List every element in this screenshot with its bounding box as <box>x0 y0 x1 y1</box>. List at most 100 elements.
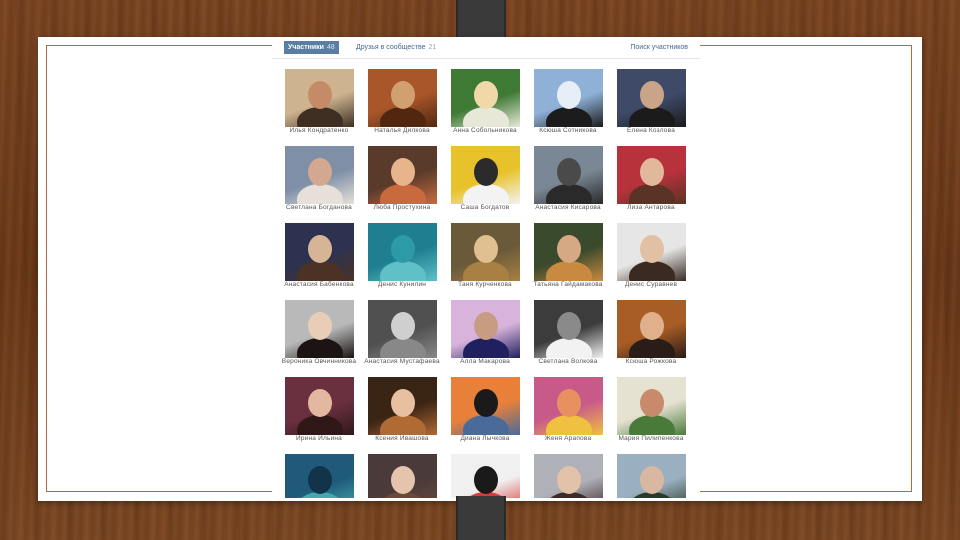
member-avatar[interactable] <box>285 146 354 204</box>
member-avatar[interactable] <box>368 146 437 204</box>
member-avatar[interactable] <box>285 454 354 498</box>
member-name[interactable]: Диана Лычкова <box>441 435 529 442</box>
member-card[interactable]: Светлана Волкова <box>528 295 608 371</box>
member-card[interactable] <box>528 449 608 498</box>
member-avatar[interactable] <box>534 454 603 498</box>
member-card[interactable]: Ксюша Рожкова <box>611 295 691 371</box>
member-card[interactable] <box>611 449 691 498</box>
avatar-head-shape <box>307 158 332 186</box>
member-card[interactable]: Татьяна Гайдамакова <box>528 218 608 294</box>
avatar-head-shape <box>639 466 664 494</box>
avatar-body-shape <box>462 415 509 435</box>
member-name[interactable]: Денис Суравнев <box>607 281 695 288</box>
member-name[interactable]: Ирина Ильина <box>275 435 363 442</box>
avatar-head-shape <box>390 389 415 417</box>
member-avatar[interactable] <box>285 69 354 127</box>
avatar-head-shape <box>307 235 332 263</box>
tab-friends-count: 21 <box>428 44 437 51</box>
member-avatar[interactable] <box>534 300 603 358</box>
avatar-head-shape <box>556 158 581 186</box>
member-avatar[interactable] <box>368 377 437 435</box>
member-name[interactable]: Илья Кондратенко <box>275 127 363 134</box>
member-name[interactable]: Ксюша Рожкова <box>607 358 695 365</box>
member-name[interactable]: Анастасия Кисарова <box>524 204 612 211</box>
member-name[interactable]: Таня Курченкова <box>441 281 529 288</box>
avatar-head-shape <box>556 235 581 263</box>
member-card[interactable]: Саша Богдатов <box>445 141 525 217</box>
binder-clip-top <box>456 0 506 40</box>
member-name[interactable]: Ксюша Сотникова <box>524 127 612 134</box>
member-card[interactable]: Елена Козлова <box>611 64 691 140</box>
member-card[interactable]: Ксения Ивашова <box>362 372 442 448</box>
member-avatar[interactable] <box>368 223 437 281</box>
tab-members[interactable]: Участники 48 <box>284 41 339 54</box>
member-avatar[interactable] <box>534 69 603 127</box>
member-name[interactable]: Мария Пилипенкова <box>607 435 695 442</box>
member-avatar[interactable] <box>617 300 686 358</box>
member-card[interactable]: Денис Кунилин <box>362 218 442 294</box>
member-name[interactable]: Ксения Ивашова <box>358 435 446 442</box>
member-card[interactable]: Ирина Ильина <box>279 372 359 448</box>
member-card[interactable]: Люба Простухина <box>362 141 442 217</box>
member-avatar[interactable] <box>534 377 603 435</box>
member-card[interactable]: Таня Курченкова <box>445 218 525 294</box>
avatar-head-shape <box>473 81 498 109</box>
member-card[interactable]: Анастасия Мустафаева <box>362 295 442 371</box>
member-name[interactable]: Денис Кунилин <box>358 281 446 288</box>
member-card[interactable]: Вероника Овчинникова <box>279 295 359 371</box>
search-members-link[interactable]: Поиск участников <box>630 41 688 54</box>
member-name[interactable]: Анастасия Бабенкова <box>275 281 363 288</box>
member-avatar[interactable] <box>451 377 520 435</box>
member-avatar[interactable] <box>285 223 354 281</box>
member-name[interactable]: Елена Козлова <box>607 127 695 134</box>
member-name[interactable]: Наталья Дилкова <box>358 127 446 134</box>
member-avatar[interactable] <box>617 69 686 127</box>
tabs-bar: Участники 48 Друзья в сообществе 21 Поиск … <box>272 38 700 59</box>
member-card[interactable]: Лиза Антарова <box>611 141 691 217</box>
member-avatar[interactable] <box>617 223 686 281</box>
member-avatar[interactable] <box>534 146 603 204</box>
member-name[interactable]: Светлана Волкова <box>524 358 612 365</box>
member-avatar[interactable] <box>285 377 354 435</box>
member-avatar[interactable] <box>451 454 520 498</box>
member-card[interactable]: Наталья Дилкова <box>362 64 442 140</box>
member-name[interactable]: Анастасия Мустафаева <box>358 358 446 365</box>
member-card[interactable]: Ксюша Сотникова <box>528 64 608 140</box>
member-avatar[interactable] <box>617 146 686 204</box>
member-name[interactable]: Алла Макарова <box>441 358 529 365</box>
member-avatar[interactable] <box>451 300 520 358</box>
member-card[interactable]: Денис Суравнев <box>611 218 691 294</box>
member-avatar[interactable] <box>451 69 520 127</box>
member-card[interactable] <box>362 449 442 498</box>
member-card[interactable] <box>279 449 359 498</box>
member-name[interactable]: Люба Простухина <box>358 204 446 211</box>
member-avatar[interactable] <box>368 69 437 127</box>
member-name[interactable]: Саша Богдатов <box>441 204 529 211</box>
member-card[interactable] <box>445 449 525 498</box>
member-card[interactable]: Илья Кондратенко <box>279 64 359 140</box>
member-card[interactable]: Алла Макарова <box>445 295 525 371</box>
member-card[interactable]: Анастасия Кисарова <box>528 141 608 217</box>
member-card[interactable]: Диана Лычкова <box>445 372 525 448</box>
member-avatar[interactable] <box>368 300 437 358</box>
member-name[interactable]: Татьяна Гайдамакова <box>524 281 612 288</box>
member-avatar[interactable] <box>451 146 520 204</box>
member-name[interactable]: Анна Собольникова <box>441 127 529 134</box>
member-avatar[interactable] <box>368 454 437 498</box>
tab-friends-in-community[interactable]: Друзья в сообществе 21 <box>356 41 436 54</box>
member-avatar[interactable] <box>534 223 603 281</box>
member-name[interactable]: Вероника Овчинникова <box>275 358 363 365</box>
member-card[interactable]: Анна Собольникова <box>445 64 525 140</box>
member-name[interactable]: Светлана Богданова <box>275 204 363 211</box>
member-avatar[interactable] <box>285 300 354 358</box>
member-avatar[interactable] <box>617 454 686 498</box>
member-card[interactable]: Анастасия Бабенкова <box>279 218 359 294</box>
member-card[interactable]: Женя Арапова <box>528 372 608 448</box>
member-avatar[interactable] <box>451 223 520 281</box>
member-name[interactable]: Лиза Антарова <box>607 204 695 211</box>
member-card[interactable]: Мария Пилипенкова <box>611 372 691 448</box>
avatar-body-shape <box>296 338 343 358</box>
member-name[interactable]: Женя Арапова <box>524 435 612 442</box>
member-card[interactable]: Светлана Богданова <box>279 141 359 217</box>
member-avatar[interactable] <box>617 377 686 435</box>
